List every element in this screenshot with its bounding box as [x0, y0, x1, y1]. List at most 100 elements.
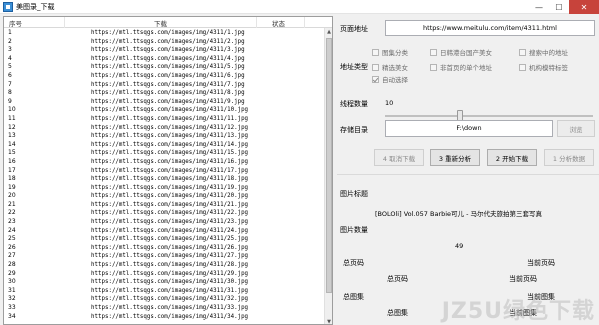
table-row[interactable]: 24 https://mtl.ttsqgs.com/images/img/4311… — [4, 227, 326, 236]
table-row[interactable]: 28 https://mtl.ttsqgs.com/images/img/4311… — [4, 261, 326, 270]
reanalyze-button[interactable]: 3 重新分析 — [430, 149, 480, 166]
checkbox-featured-beauties[interactable]: 精选美女 — [372, 62, 408, 72]
checkbox-box[interactable] — [372, 75, 379, 83]
row-download-url: https://mtl.ttsqgs.com/images/img/4311/1… — [91, 133, 249, 140]
row-index: 6 — [8, 71, 12, 79]
table-row[interactable]: 20 https://mtl.ttsqgs.com/images/img/4311… — [4, 192, 326, 201]
checkbox-box[interactable] — [372, 63, 379, 71]
column-divider[interactable] — [64, 17, 65, 28]
table-row[interactable]: 6 https://mtl.ttsqgs.com/images/img/4311/… — [4, 72, 326, 81]
close-button[interactable]: ✕ — [569, 0, 599, 14]
row-index: 19 — [8, 183, 16, 191]
column-header-status[interactable]: 状态 — [272, 18, 285, 28]
row-index: 9 — [8, 97, 12, 105]
checkbox-box[interactable] — [519, 48, 526, 56]
table-row[interactable]: 16 https://mtl.ttsqgs.com/images/img/4311… — [4, 158, 326, 167]
row-download-url: https://mtl.ttsqgs.com/images/img/4311/1… — [91, 107, 249, 114]
table-row[interactable]: 7 https://mtl.ttsqgs.com/images/img/4311/… — [4, 81, 326, 90]
table-row[interactable]: 18 https://mtl.ttsqgs.com/images/img/4311… — [4, 175, 326, 184]
row-download-url: https://mtl.ttsqgs.com/images/img/4311/2… — [91, 236, 249, 243]
analyze-data-button[interactable]: 1 分析数据 — [544, 149, 594, 166]
table-row[interactable]: 3 https://mtl.ttsqgs.com/images/img/4311/… — [4, 46, 326, 55]
start-download-button[interactable]: 2 开始下载 — [487, 149, 537, 166]
table-row[interactable]: 14 https://mtl.ttsqgs.com/images/img/4311… — [4, 141, 326, 150]
row-download-url: https://mtl.ttsqgs.com/images/img/4311/1… — [91, 167, 249, 174]
table-row[interactable]: 32 https://mtl.ttsqgs.com/images/img/4311… — [4, 295, 326, 304]
column-header-download[interactable]: 下载 — [154, 18, 167, 28]
maximize-button[interactable]: ☐ — [549, 0, 569, 14]
total-albums-label: 总图集 — [343, 293, 364, 301]
table-row[interactable]: 34 https://mtl.ttsqgs.com/images/img/4311… — [4, 313, 326, 322]
save-dir-input[interactable]: F:\down — [385, 120, 553, 137]
table-body: 1 https://mtl.ttsqgs.com/images/img/4311/… — [4, 29, 326, 321]
row-download-url: https://mtl.ttsqgs.com/images/img/4311/3… — [91, 287, 249, 294]
checkbox-box[interactable] — [372, 48, 379, 56]
table-row[interactable]: 12 https://mtl.ttsqgs.com/images/img/4311… — [4, 124, 326, 133]
row-index: 13 — [8, 132, 16, 140]
row-index: 11 — [8, 114, 16, 122]
table-row[interactable]: 25 https://mtl.ttsqgs.com/images/img/4311… — [4, 235, 326, 244]
table-row[interactable]: 13 https://mtl.ttsqgs.com/images/img/4311… — [4, 132, 326, 141]
checkbox-box[interactable] — [519, 63, 526, 71]
page-url-input[interactable]: https://www.meitulu.com/item/4311.html — [385, 20, 595, 36]
thread-slider-track[interactable] — [385, 115, 593, 117]
row-download-url: https://mtl.ttsqgs.com/images/img/4311/1… — [91, 184, 249, 191]
table-row[interactable]: 17 https://mtl.ttsqgs.com/images/img/4311… — [4, 167, 326, 176]
table-row[interactable]: 11 https://mtl.ttsqgs.com/images/img/4311… — [4, 115, 326, 124]
row-download-url: https://mtl.ttsqgs.com/images/img/4311/2… — [91, 227, 249, 234]
row-index: 28 — [8, 261, 16, 269]
table-row[interactable]: 10 https://mtl.ttsqgs.com/images/img/4311… — [4, 106, 326, 115]
download-table[interactable]: 序号 下载 状态 1 https://mtl.ttsqgs.com/images/… — [3, 16, 333, 325]
cancel-download-button[interactable]: 4 取消下载 — [374, 149, 424, 166]
table-header: 序号 下载 状态 — [4, 17, 332, 28]
table-row[interactable]: 1 https://mtl.ttsqgs.com/images/img/4311/… — [4, 29, 326, 38]
table-row[interactable]: 21 https://mtl.ttsqgs.com/images/img/4311… — [4, 201, 326, 210]
table-row[interactable]: 22 https://mtl.ttsqgs.com/images/img/4311… — [4, 209, 326, 218]
table-row[interactable]: 26 https://mtl.ttsqgs.com/images/img/4311… — [4, 244, 326, 253]
checkbox-gallery-category[interactable]: 图集分类 — [372, 47, 408, 57]
total-pages-label: 总页码 — [343, 259, 364, 267]
table-row[interactable]: 30 https://mtl.ttsqgs.com/images/img/4311… — [4, 278, 326, 287]
checkbox-search-address[interactable]: 搜索中的地址 — [519, 47, 568, 57]
table-row[interactable]: 33 https://mtl.ttsqgs.com/images/img/4311… — [4, 304, 326, 313]
table-row[interactable]: 8 https://mtl.ttsqgs.com/images/img/4311/… — [4, 89, 326, 98]
checkbox-agency-model-tag[interactable]: 机构模特标签 — [519, 62, 568, 72]
table-row[interactable]: 23 https://mtl.ttsqgs.com/images/img/4311… — [4, 218, 326, 227]
table-row[interactable]: 19 https://mtl.ttsqgs.com/images/img/4311… — [4, 184, 326, 193]
checkbox-box[interactable] — [430, 63, 437, 71]
image-title-value: [BOLOli] Vol.057 Barbie可儿 - 马尔代夫旅拍第三套写真 — [375, 210, 543, 218]
scrollbar-thumb[interactable] — [326, 38, 332, 293]
column-divider[interactable] — [304, 17, 305, 28]
table-row[interactable]: 9 https://mtl.ttsqgs.com/images/img/4311/… — [4, 98, 326, 107]
table-row[interactable]: 5 https://mtl.ttsqgs.com/images/img/4311/… — [4, 63, 326, 72]
table-row[interactable]: 15 https://mtl.ttsqgs.com/images/img/4311… — [4, 149, 326, 158]
row-download-url: https://mtl.ttsqgs.com/images/img/4311/6… — [91, 72, 245, 79]
scroll-down-arrow-icon[interactable]: ▼ — [325, 318, 332, 324]
table-row[interactable]: 27 https://mtl.ttsqgs.com/images/img/4311… — [4, 252, 326, 261]
row-download-url: https://mtl.ttsqgs.com/images/img/4311/9… — [91, 98, 245, 105]
row-index: 27 — [8, 252, 16, 260]
vertical-scrollbar[interactable]: ▲ ▼ — [324, 28, 332, 324]
checkbox-auto-select[interactable]: 自动选择 — [372, 74, 408, 84]
checkbox-box[interactable] — [430, 48, 437, 56]
row-index: 1 — [8, 29, 12, 36]
browse-button[interactable]: 浏览 — [557, 120, 595, 137]
row-index: 8 — [8, 89, 12, 97]
section-divider — [337, 174, 599, 175]
table-row[interactable]: 29 https://mtl.ttsqgs.com/images/img/4311… — [4, 270, 326, 279]
row-download-url: https://mtl.ttsqgs.com/images/img/4311/5… — [91, 64, 245, 71]
table-row[interactable]: 2 https://mtl.ttsqgs.com/images/img/4311/… — [4, 38, 326, 47]
table-row[interactable]: 4 https://mtl.ttsqgs.com/images/img/4311/… — [4, 55, 326, 64]
column-header-index[interactable]: 序号 — [9, 18, 22, 28]
row-download-url: https://mtl.ttsqgs.com/images/img/4311/7… — [91, 81, 245, 88]
scroll-up-arrow-icon[interactable]: ▲ — [325, 28, 332, 36]
row-download-url: https://mtl.ttsqgs.com/images/img/4311/1… — [91, 124, 249, 131]
row-download-url: https://mtl.ttsqgs.com/images/img/4311/2… — [91, 270, 249, 277]
table-row[interactable]: 31 https://mtl.ttsqgs.com/images/img/4311… — [4, 287, 326, 296]
row-index: 12 — [8, 123, 16, 131]
checkbox-asian-beauties[interactable]: 日韩港台国产美女 — [430, 47, 492, 57]
checkbox-single-address[interactable]: 非首页的单个地址 — [430, 62, 492, 72]
minimize-button[interactable]: — — [529, 0, 549, 14]
column-divider[interactable] — [256, 17, 257, 28]
window-title: 美图录_下载 — [16, 3, 55, 11]
